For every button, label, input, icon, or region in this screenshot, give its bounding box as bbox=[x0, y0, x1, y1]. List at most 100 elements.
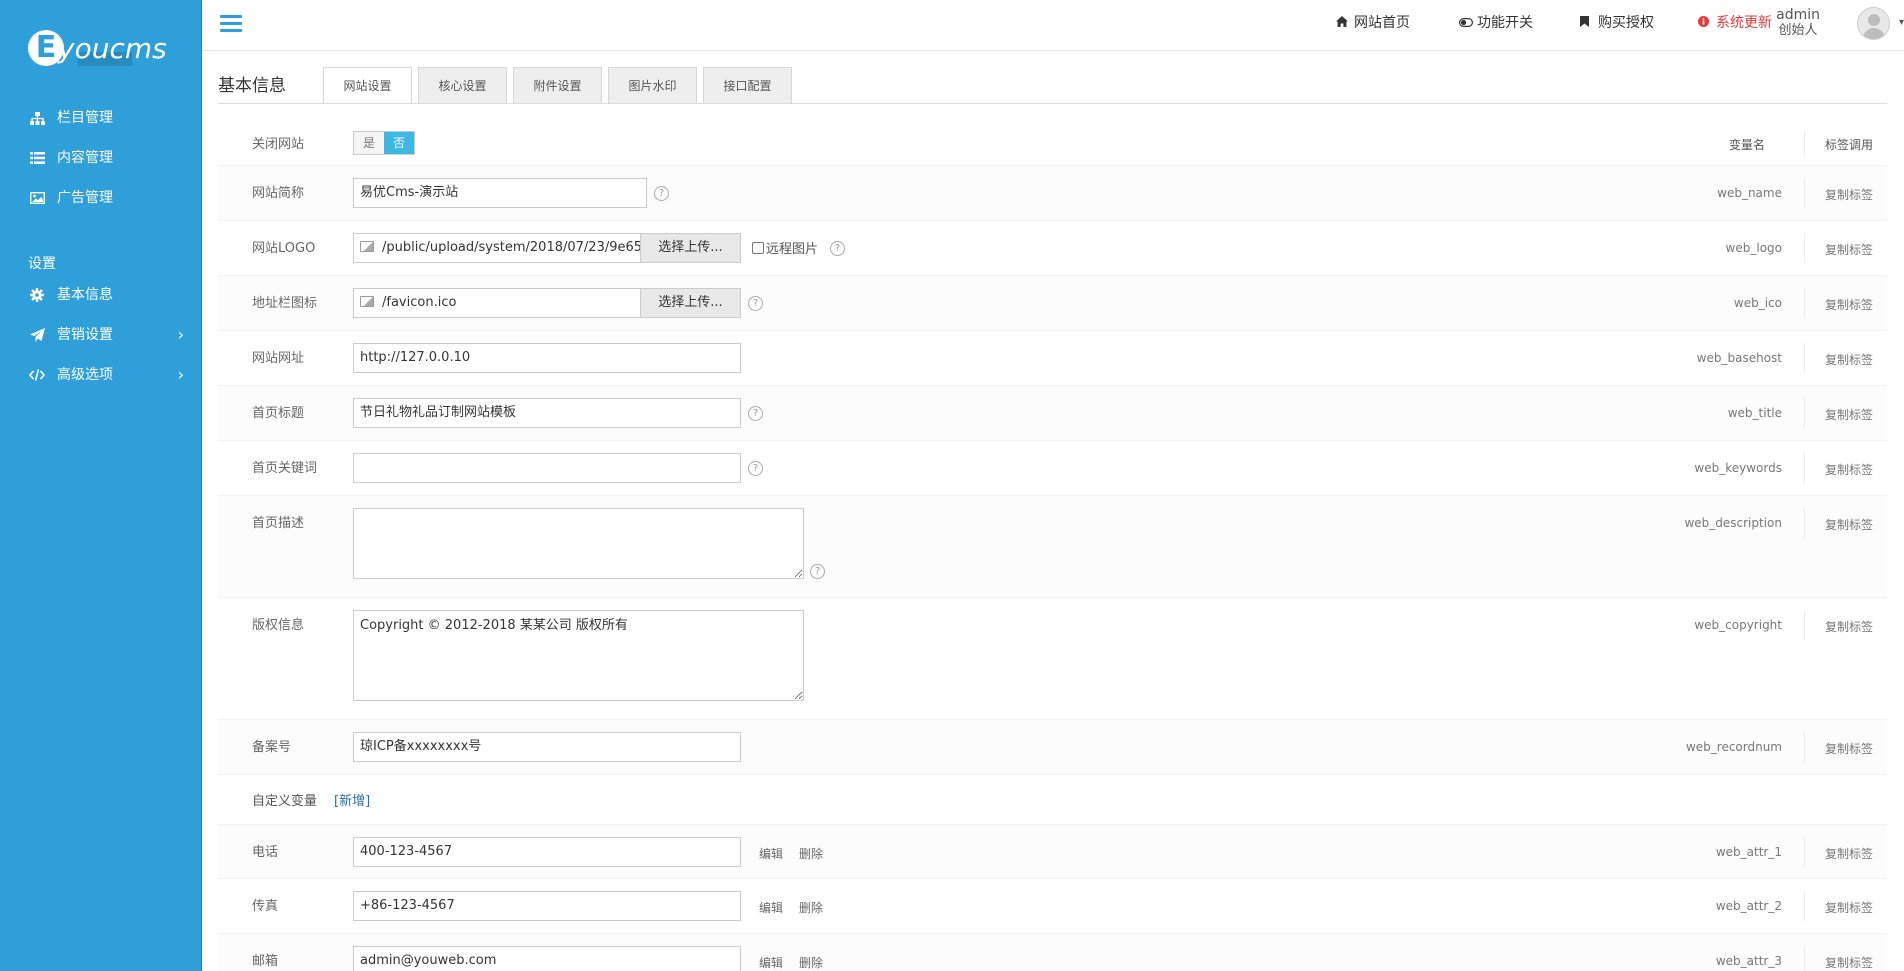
site-name-input[interactable]: 易优Cms-演示站 bbox=[353, 178, 647, 208]
tab-site-settings[interactable]: 网站设置 bbox=[323, 67, 412, 104]
phone-input[interactable]: 400-123-4567 bbox=[353, 837, 741, 867]
top-link-update[interactable]: 系统更新 bbox=[1698, 12, 1772, 32]
user-role: 创始人 bbox=[1778, 23, 1818, 38]
copy-tag-button[interactable]: 复制标签 bbox=[1825, 406, 1873, 423]
var-name: web_ico bbox=[1733, 296, 1782, 310]
toggle-no[interactable]: 否 bbox=[384, 132, 414, 154]
copy-tag-button[interactable]: 复制标签 bbox=[1825, 845, 1873, 862]
field-label: 首页描述 bbox=[252, 516, 305, 531]
tab-api-config[interactable]: 接口配置 bbox=[703, 67, 792, 103]
tab-core-settings[interactable]: 核心设置 bbox=[418, 67, 507, 103]
sidebar-item-label: 营销设置 bbox=[57, 327, 113, 343]
field-label: 首页关键词 bbox=[252, 461, 318, 476]
gear-icon bbox=[28, 275, 46, 315]
copy-tag-button[interactable]: 复制标签 bbox=[1825, 954, 1873, 971]
sidebar-item-content[interactable]: 内容管理 bbox=[0, 138, 202, 178]
avatar[interactable] bbox=[1857, 7, 1890, 40]
help-icon[interactable]: ? bbox=[654, 186, 669, 201]
divider bbox=[1804, 453, 1805, 483]
row-home-title: 首页标题 节日礼物礼品订制网站模板 ? web_title 复制标签 bbox=[218, 386, 1887, 441]
field-label: 网站LOGO bbox=[252, 241, 316, 256]
var-name: web_recordnum bbox=[1685, 740, 1782, 754]
sidebar-item-columns[interactable]: 栏目管理 bbox=[0, 98, 202, 138]
edit-button[interactable]: 编辑 bbox=[759, 954, 783, 971]
add-custom-var-link[interactable]: [新增] bbox=[334, 790, 370, 809]
help-icon[interactable]: ? bbox=[748, 406, 763, 421]
list-icon bbox=[28, 138, 46, 178]
bookmark-icon bbox=[1580, 16, 1594, 30]
checkbox-icon bbox=[752, 242, 764, 254]
sidebar-item-label: 栏目管理 bbox=[57, 110, 113, 126]
fax-input[interactable]: +86-123-4567 bbox=[353, 891, 741, 921]
paper-plane-icon bbox=[28, 315, 46, 355]
user-name: admin bbox=[1776, 7, 1820, 23]
copy-tag-button[interactable]: 复制标签 bbox=[1825, 461, 1873, 478]
topbar: 网站首页 功能开关 购买授权 系统更新 admin 创始人 ▾ bbox=[202, 0, 1904, 51]
toggle-yes[interactable]: 是 bbox=[354, 132, 384, 154]
edit-button[interactable]: 编辑 bbox=[759, 899, 783, 916]
edit-button[interactable]: 编辑 bbox=[759, 845, 783, 862]
copy-tag-button[interactable]: 复制标签 bbox=[1825, 740, 1873, 757]
copyright-textarea[interactable]: Copyright © 2012-2018 某某公司 版权所有 bbox=[353, 610, 804, 701]
var-name: web_description bbox=[1684, 516, 1782, 530]
sidebar-item-basic-info[interactable]: 基本信息 bbox=[0, 275, 202, 315]
field-label: 地址栏图标 bbox=[252, 296, 318, 311]
divider bbox=[1804, 837, 1805, 867]
close-site-toggle: 是 否 bbox=[353, 131, 415, 155]
home-title-input[interactable]: 节日礼物礼品订制网站模板 bbox=[353, 398, 741, 428]
logo-upload-button[interactable]: 选择上传... bbox=[641, 233, 741, 263]
delete-button[interactable]: 删除 bbox=[799, 845, 823, 862]
copy-tag-button[interactable]: 复制标签 bbox=[1825, 296, 1873, 313]
menu-toggle-icon[interactable] bbox=[220, 15, 242, 33]
icp-input[interactable]: 琼ICP备xxxxxxxx号 bbox=[353, 732, 741, 762]
tabs-divider bbox=[218, 103, 1887, 104]
logo[interactable]: E youcms bbox=[28, 30, 183, 72]
divider bbox=[1804, 891, 1805, 921]
help-icon[interactable]: ? bbox=[830, 241, 845, 256]
help-icon[interactable]: ? bbox=[810, 564, 825, 579]
remote-image-checkbox[interactable]: 远程图片 bbox=[752, 238, 818, 257]
var-name: web_copyright bbox=[1694, 618, 1782, 632]
sidebar-item-marketing[interactable]: 营销设置 › bbox=[0, 315, 202, 355]
help-icon[interactable]: ? bbox=[748, 461, 763, 476]
tab-image-watermark[interactable]: 图片水印 bbox=[608, 67, 697, 103]
copy-tag-button[interactable]: 复制标签 bbox=[1825, 516, 1873, 533]
var-name: web_attr_3 bbox=[1715, 954, 1782, 968]
main-nav: 栏目管理 内容管理 广告管理 bbox=[0, 98, 202, 218]
divider bbox=[1804, 610, 1805, 640]
copy-tag-button[interactable]: 复制标签 bbox=[1825, 186, 1873, 203]
var-name: web_attr_1 bbox=[1715, 845, 1782, 859]
email-input[interactable]: admin@youweb.com bbox=[353, 946, 741, 971]
home-description-textarea[interactable] bbox=[353, 508, 804, 579]
tab-attachment-settings[interactable]: 附件设置 bbox=[513, 67, 602, 103]
caret-down-icon[interactable]: ▾ bbox=[1899, 17, 1904, 28]
top-link-home[interactable]: 网站首页 bbox=[1336, 12, 1410, 32]
var-name: web_name bbox=[1717, 186, 1782, 200]
site-url-input[interactable]: http://127.0.0.10 bbox=[353, 343, 741, 373]
top-link-features[interactable]: 功能开关 bbox=[1459, 12, 1533, 32]
row-favicon: 地址栏图标 /favicon.ico 选择上传... ? web_ico 复制标… bbox=[218, 276, 1887, 331]
delete-button[interactable]: 删除 bbox=[799, 899, 823, 916]
favicon-path-input[interactable]: /favicon.ico bbox=[353, 288, 641, 318]
copy-tag-button[interactable]: 复制标签 bbox=[1825, 351, 1873, 368]
help-icon[interactable]: ? bbox=[748, 296, 763, 311]
row-close-site: 关闭网站 是 否 变量名 标签调用 bbox=[218, 118, 1887, 166]
sidebar-section-settings: 设置 bbox=[28, 256, 56, 272]
user-info[interactable]: admin 创始人 bbox=[1776, 7, 1820, 39]
favicon-upload-button[interactable]: 选择上传... bbox=[641, 288, 741, 318]
var-name: web_keywords bbox=[1694, 461, 1782, 475]
copy-tag-button[interactable]: 复制标签 bbox=[1825, 241, 1873, 258]
row-custom-fax: 传真 +86-123-4567 编辑 删除 web_attr_2 复制标签 bbox=[218, 879, 1887, 934]
top-link-purchase[interactable]: 购买授权 bbox=[1580, 12, 1654, 32]
row-icp: 备案号 琼ICP备xxxxxxxx号 web_recordnum 复制标签 bbox=[218, 720, 1887, 775]
sidebar-item-label: 高级选项 bbox=[57, 367, 113, 383]
copy-tag-button[interactable]: 复制标签 bbox=[1825, 899, 1873, 916]
code-icon bbox=[28, 355, 46, 395]
image-icon bbox=[28, 178, 46, 218]
delete-button[interactable]: 删除 bbox=[799, 954, 823, 971]
copy-tag-button[interactable]: 复制标签 bbox=[1825, 618, 1873, 635]
sidebar-item-advanced[interactable]: 高级选项 › bbox=[0, 355, 202, 395]
sidebar-item-ads[interactable]: 广告管理 bbox=[0, 178, 202, 218]
logo-path-input[interactable]: /public/upload/system/2018/07/23/9e65c bbox=[353, 233, 641, 263]
home-keywords-input[interactable] bbox=[353, 453, 741, 483]
